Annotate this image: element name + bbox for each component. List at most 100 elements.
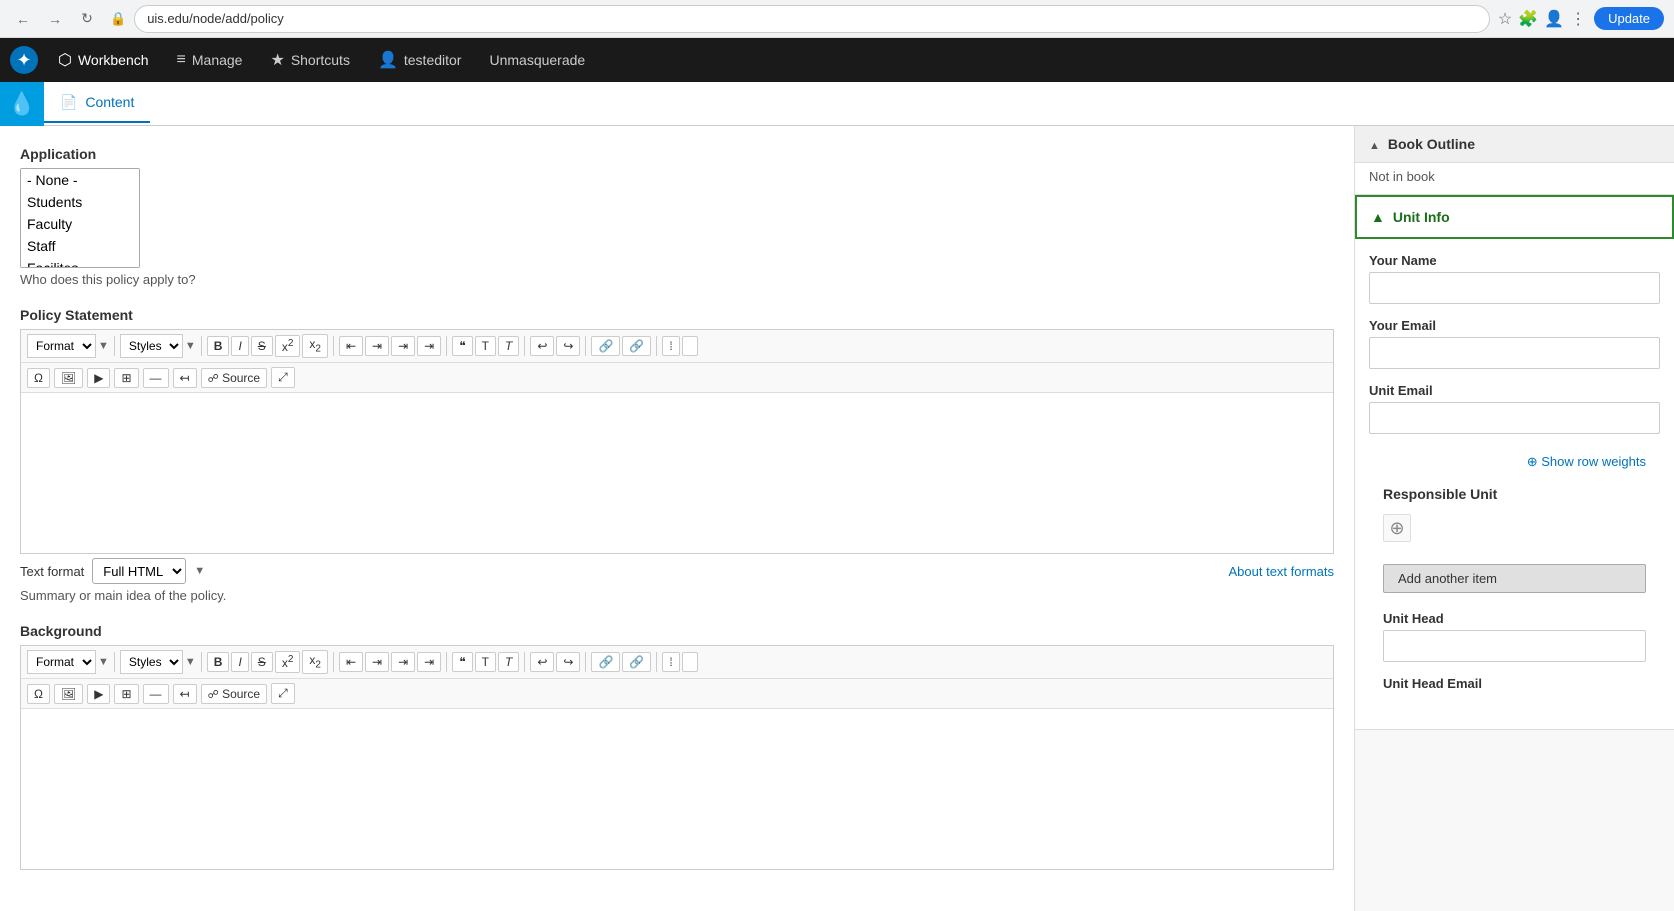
menu-icon[interactable]: ⋮ — [1570, 9, 1586, 29]
option-none[interactable]: - None - — [21, 169, 139, 191]
drag-handle[interactable]: ⊕ — [1383, 514, 1411, 542]
not-in-book-text: Not in book — [1355, 163, 1674, 194]
italic-btn-2[interactable]: I — [231, 652, 248, 672]
address-bar[interactable] — [134, 5, 1490, 33]
book-outline-header[interactable]: Book Outline — [1355, 126, 1674, 163]
embed-btn-1[interactable]: ▶ — [87, 368, 110, 388]
table-btn-1[interactable]: ⊞ — [114, 368, 138, 388]
list-ol-btn-1[interactable] — [682, 336, 699, 356]
align-justify-btn-2[interactable]: ⇥ — [417, 652, 441, 672]
align-left-btn-2[interactable]: ⇤ — [339, 652, 363, 672]
refresh-button[interactable]: ↻ — [74, 6, 100, 32]
shortcuts-nav-item[interactable]: ★ Shortcuts — [258, 42, 361, 78]
undo-btn-2[interactable]: ↩ — [530, 652, 554, 672]
styles-select-1[interactable]: Styles — [120, 334, 183, 358]
hr-btn-1[interactable]: — — [143, 368, 169, 388]
background-body[interactable] — [21, 709, 1333, 869]
unlink-btn-1[interactable]: 🔗 — [622, 336, 651, 356]
list-ol-btn-2[interactable] — [682, 652, 699, 672]
superscript-btn-1[interactable]: x2 — [275, 335, 301, 357]
update-browser-button[interactable]: Update — [1594, 7, 1664, 30]
shortcuts-label: Shortcuts — [291, 52, 350, 68]
italic-btn-1[interactable]: I — [231, 336, 248, 356]
rte-toolbar-row2-1: Ω 🖼 ▶ ⊞ — ↤ ☍ Source ⤢ — [21, 363, 1333, 393]
text-format-arrow-1: ▼ — [194, 565, 205, 577]
show-row-weights[interactable]: ⊕ Show row weights — [1369, 448, 1660, 476]
bold-btn-1[interactable]: B — [207, 336, 230, 356]
redo-btn-2[interactable]: ↪ — [556, 652, 580, 672]
add-another-item-button[interactable]: Add another item — [1383, 564, 1646, 593]
fullscreen-btn-2[interactable]: ⤢ — [271, 683, 295, 704]
strikethrough-btn-2[interactable]: S — [251, 652, 273, 672]
format-select-2[interactable]: Format — [27, 650, 96, 674]
link-btn-2[interactable]: 🔗 — [591, 652, 620, 672]
application-select[interactable]: - None - Students Faculty Staff Facilite… — [20, 168, 140, 268]
manage-nav-item[interactable]: ≡ Manage — [165, 43, 255, 77]
about-text-formats-link-1[interactable]: About text formats — [1229, 564, 1335, 579]
responsible-unit-section: Responsible Unit ⊕ — [1369, 476, 1660, 556]
special-char-btn-2[interactable]: Ω — [27, 684, 50, 704]
unit-head-input[interactable] — [1383, 630, 1646, 662]
source-btn-1[interactable]: ☍ Source — [201, 368, 268, 388]
undo-btn-1[interactable]: ↩ — [530, 336, 554, 356]
workbench-nav-item[interactable]: ⬡ Workbench — [46, 42, 161, 78]
styles-alt-btn-2[interactable]: T — [475, 652, 496, 672]
unit-info-header[interactable]: ▲ Unit Info — [1355, 195, 1674, 239]
indent-btn-2[interactable]: ↤ — [173, 684, 197, 704]
bookmark-icon[interactable]: ☆ — [1498, 9, 1512, 29]
application-label: Application — [20, 146, 1334, 162]
browser-controls: ← → ↻ 🔒 — [10, 6, 126, 32]
your-name-input[interactable] — [1369, 272, 1660, 304]
text-format-select-1[interactable]: Full HTML — [92, 558, 186, 584]
source-btn-2[interactable]: ☍ Source — [201, 684, 268, 704]
back-button[interactable]: ← — [10, 6, 36, 32]
content-tab[interactable]: 📄 Content — [44, 84, 150, 123]
align-right-btn-2[interactable]: ⇥ — [391, 652, 415, 672]
list-ul-btn-2[interactable]: ⁞ — [662, 652, 679, 672]
subscript-btn-1[interactable]: x2 — [302, 334, 328, 357]
user-profile-icon[interactable]: 👤 — [1544, 9, 1564, 29]
policy-statement-body[interactable] — [21, 393, 1333, 553]
option-facilities[interactable]: Facilites — [21, 257, 139, 268]
link-btn-1[interactable]: 🔗 — [591, 336, 620, 356]
option-staff[interactable]: Staff — [21, 235, 139, 257]
subscript-btn-2[interactable]: x2 — [302, 650, 328, 673]
redo-btn-1[interactable]: ↪ — [556, 336, 580, 356]
format-select-1[interactable]: Format — [27, 334, 96, 358]
unit-email-input[interactable] — [1369, 402, 1660, 434]
list-ul-btn-1[interactable]: ⁞ — [662, 336, 679, 356]
styles-alt-btn-1[interactable]: T — [475, 336, 496, 356]
align-center-btn-2[interactable]: ⇥ — [365, 652, 389, 672]
option-faculty[interactable]: Faculty — [21, 213, 139, 235]
clear-format-btn-2[interactable]: T — [498, 652, 519, 672]
unmasquerade-nav-item[interactable]: Unmasquerade — [477, 44, 597, 76]
extensions-icon[interactable]: 🧩 — [1518, 9, 1538, 29]
clear-format-btn-1[interactable]: T — [498, 336, 519, 356]
policy-statement-hint: Summary or main idea of the policy. — [20, 588, 1334, 603]
unlink-btn-2[interactable]: 🔗 — [622, 652, 651, 672]
blockquote-btn-1[interactable]: ❝ — [452, 336, 472, 356]
indent-btn-1[interactable]: ↤ — [173, 368, 197, 388]
table-btn-2[interactable]: ⊞ — [114, 684, 138, 704]
align-justify-btn-1[interactable]: ⇥ — [417, 336, 441, 356]
strikethrough-btn-1[interactable]: S — [251, 336, 273, 356]
align-center-btn-1[interactable]: ⇥ — [365, 336, 389, 356]
option-students[interactable]: Students — [21, 191, 139, 213]
user-nav-item[interactable]: 👤 testeditor — [366, 42, 474, 78]
fullscreen-btn-1[interactable]: ⤢ — [271, 367, 295, 388]
bold-btn-2[interactable]: B — [207, 652, 230, 672]
main-layout: Application - None - Students Faculty St… — [0, 126, 1674, 911]
forward-button[interactable]: → — [42, 6, 68, 32]
align-right-btn-1[interactable]: ⇥ — [391, 336, 415, 356]
image-btn-1[interactable]: 🖼 — [54, 368, 83, 388]
hr-btn-2[interactable]: — — [143, 684, 169, 704]
image-btn-2[interactable]: 🖼 — [54, 684, 83, 704]
embed-btn-2[interactable]: ▶ — [87, 684, 110, 704]
styles-select-2[interactable]: Styles — [120, 650, 183, 674]
superscript-btn-2[interactable]: x2 — [275, 651, 301, 673]
your-email-input[interactable] — [1369, 337, 1660, 369]
blockquote-btn-2[interactable]: ❝ — [452, 652, 472, 672]
special-char-btn-1[interactable]: Ω — [27, 368, 50, 388]
divider-2-2 — [201, 652, 202, 672]
align-left-btn-1[interactable]: ⇤ — [339, 336, 363, 356]
